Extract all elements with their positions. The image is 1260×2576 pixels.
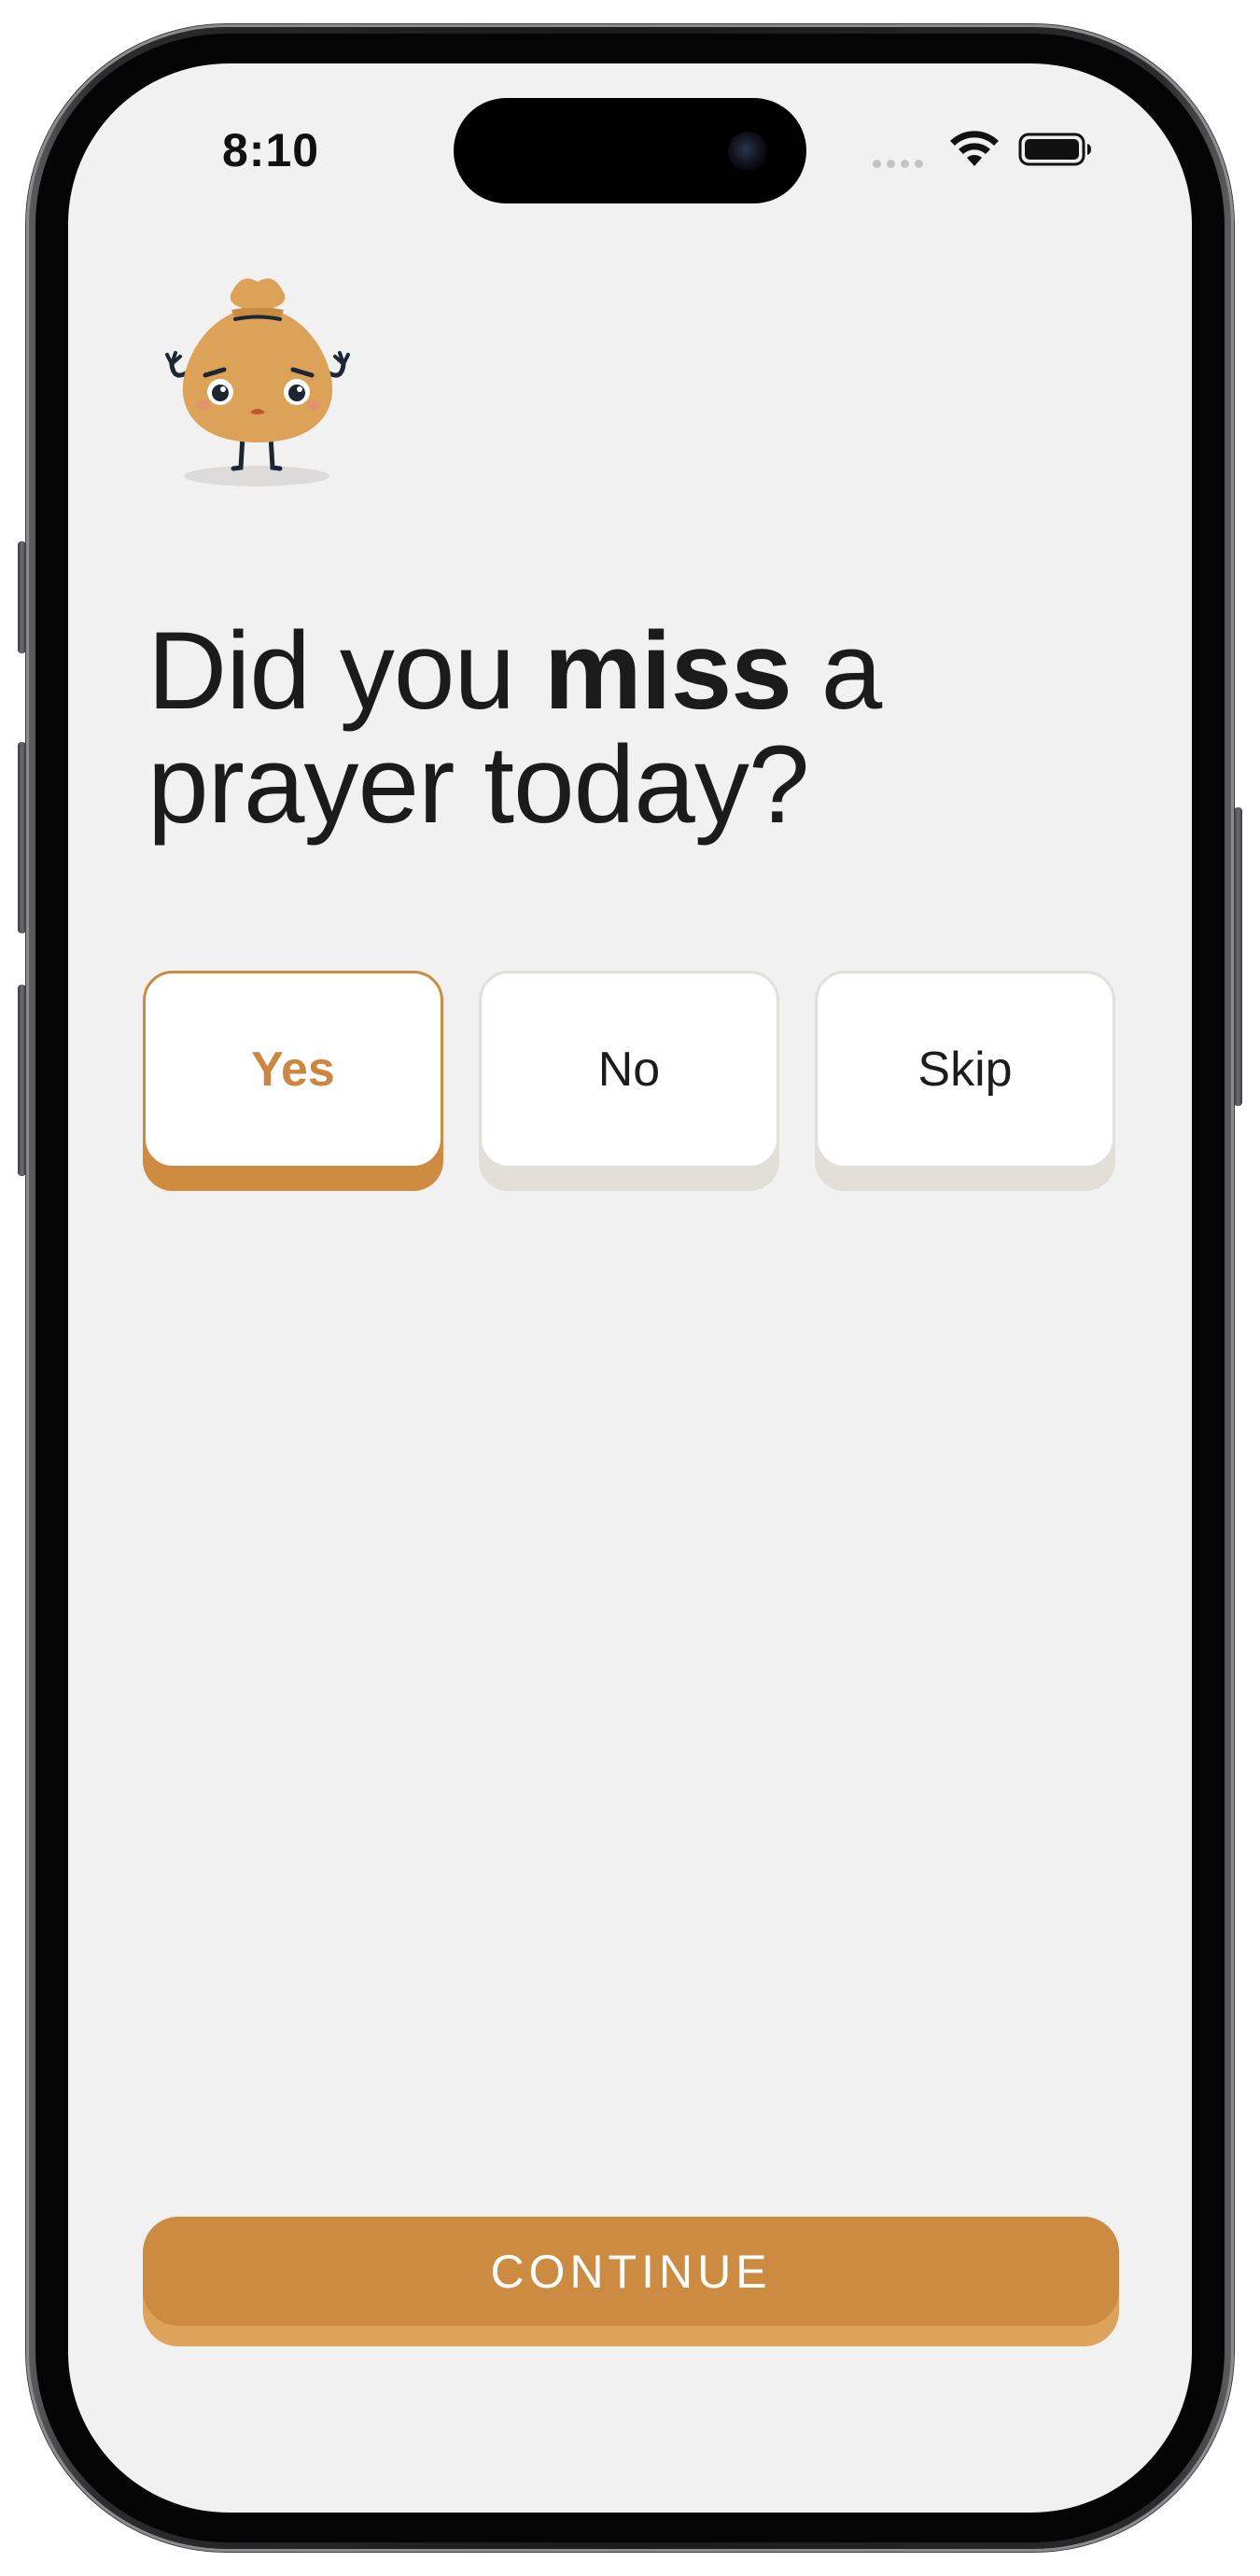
cellular-signal-icon: [873, 160, 923, 168]
battery-icon: [1018, 133, 1091, 166]
front-camera-icon: [728, 132, 767, 171]
volume-up-button: [18, 742, 26, 933]
status-time: 8:10: [222, 124, 320, 176]
worried-money-bag-mascot-icon: [165, 278, 350, 486]
dynamic-island: [454, 98, 806, 203]
answer-options: Yes No Skip: [143, 971, 1119, 1195]
action-button: [18, 541, 26, 653]
volume-down-button: [18, 985, 26, 1176]
question-text-part1: Did you: [147, 609, 544, 733]
option-skip-button[interactable]: Skip: [815, 971, 1115, 1169]
wifi-icon: [950, 131, 999, 166]
option-no-button[interactable]: No: [479, 971, 779, 1169]
question-heading: Did you miss a prayer today?: [147, 614, 1118, 842]
question-text-emphasis: miss: [543, 609, 792, 733]
power-button: [1234, 807, 1242, 1106]
status-bar: 8:10: [68, 63, 1192, 241]
option-yes-button[interactable]: Yes: [143, 971, 443, 1169]
app-screen: 8:10 Did you miss a prayer today? Yes No…: [68, 63, 1192, 2513]
continue-button[interactable]: CONTINUE: [143, 2217, 1119, 2326]
